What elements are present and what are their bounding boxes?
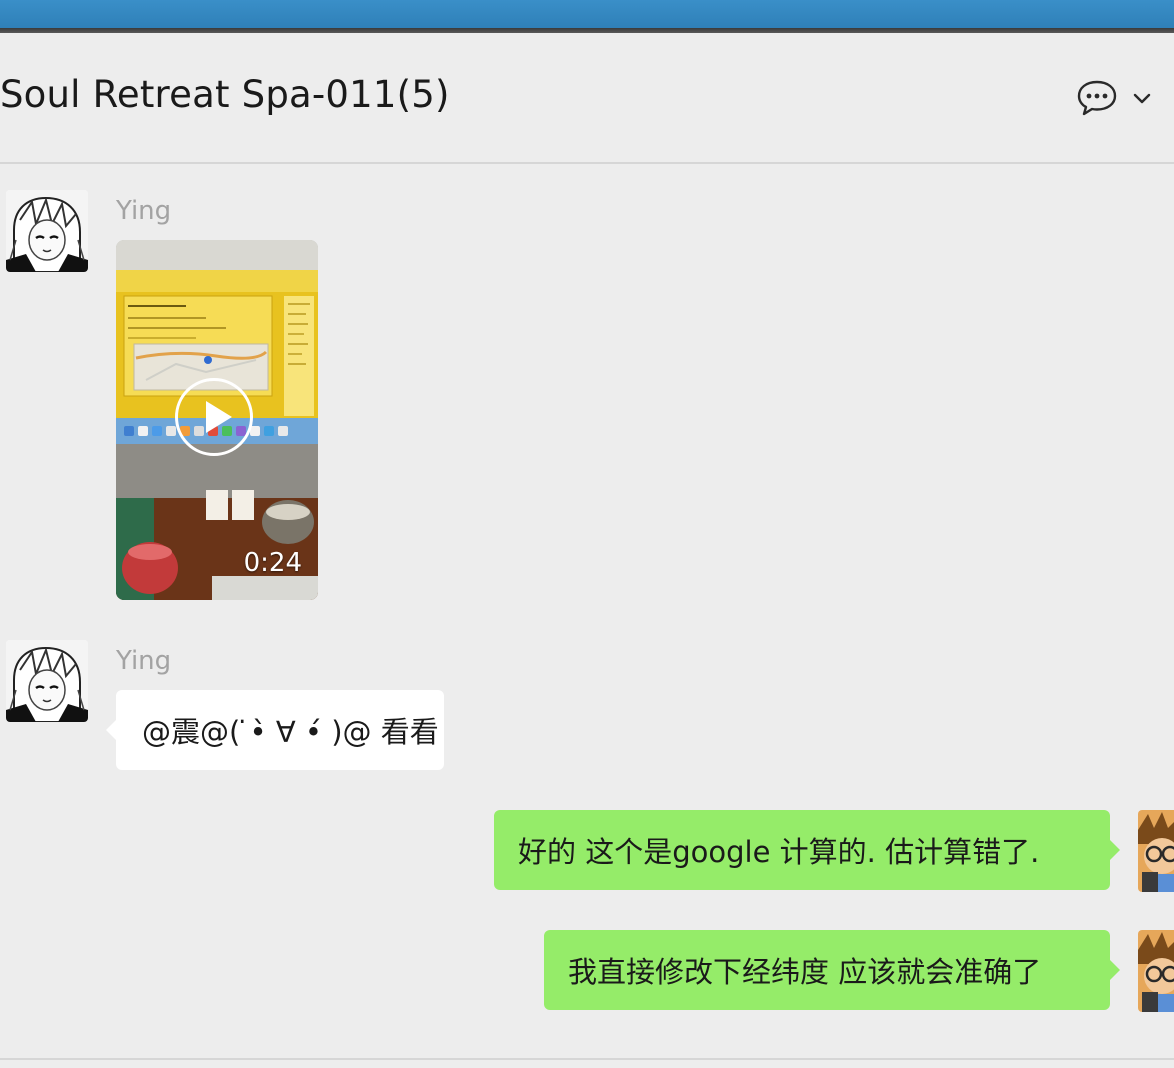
chat-header: Soul Retreat Spa-011(5) <box>0 33 1174 164</box>
message-text: 好的 这个是google 计算的. 估计算错了. <box>518 835 1040 869</box>
window-top-strip <box>0 0 1174 28</box>
header-actions <box>1076 79 1152 117</box>
message-bubble[interactable]: 我直接修改下经纬度 应该就会准确了 <box>544 930 1120 1010</box>
avatar[interactable] <box>1138 930 1174 1012</box>
avatar[interactable] <box>6 640 88 722</box>
message-text: @震@( ̇•̀ ∀ •́ )@ 看看 <box>142 715 439 749</box>
message-bubble[interactable]: @震@( ̇•̀ ∀ •́ )@ 看看 <box>106 690 444 770</box>
play-icon[interactable] <box>175 378 253 456</box>
video-message[interactable]: 0:24 <box>116 240 318 600</box>
video-duration: 0:24 <box>243 548 302 578</box>
avatar[interactable] <box>1138 810 1174 892</box>
message-bubble[interactable]: 好的 这个是google 计算的. 估计算错了. <box>494 810 1120 890</box>
message-text: 我直接修改下经纬度 应该就会准确了 <box>568 955 1042 989</box>
message-list: Ying 0:24 Ying @震@(̇•̀ ∀ •́)@ 看看 好的 这个… <box>0 164 1174 1058</box>
sender-name: Ying <box>116 196 172 226</box>
avatar[interactable] <box>6 190 88 272</box>
chevron-down-icon[interactable] <box>1132 91 1152 105</box>
chat-title: Soul Retreat Spa-011(5) <box>0 73 450 116</box>
sender-name: Ying <box>116 646 172 676</box>
chat-bubble-icon[interactable] <box>1076 79 1118 117</box>
input-divider <box>0 1058 1174 1060</box>
